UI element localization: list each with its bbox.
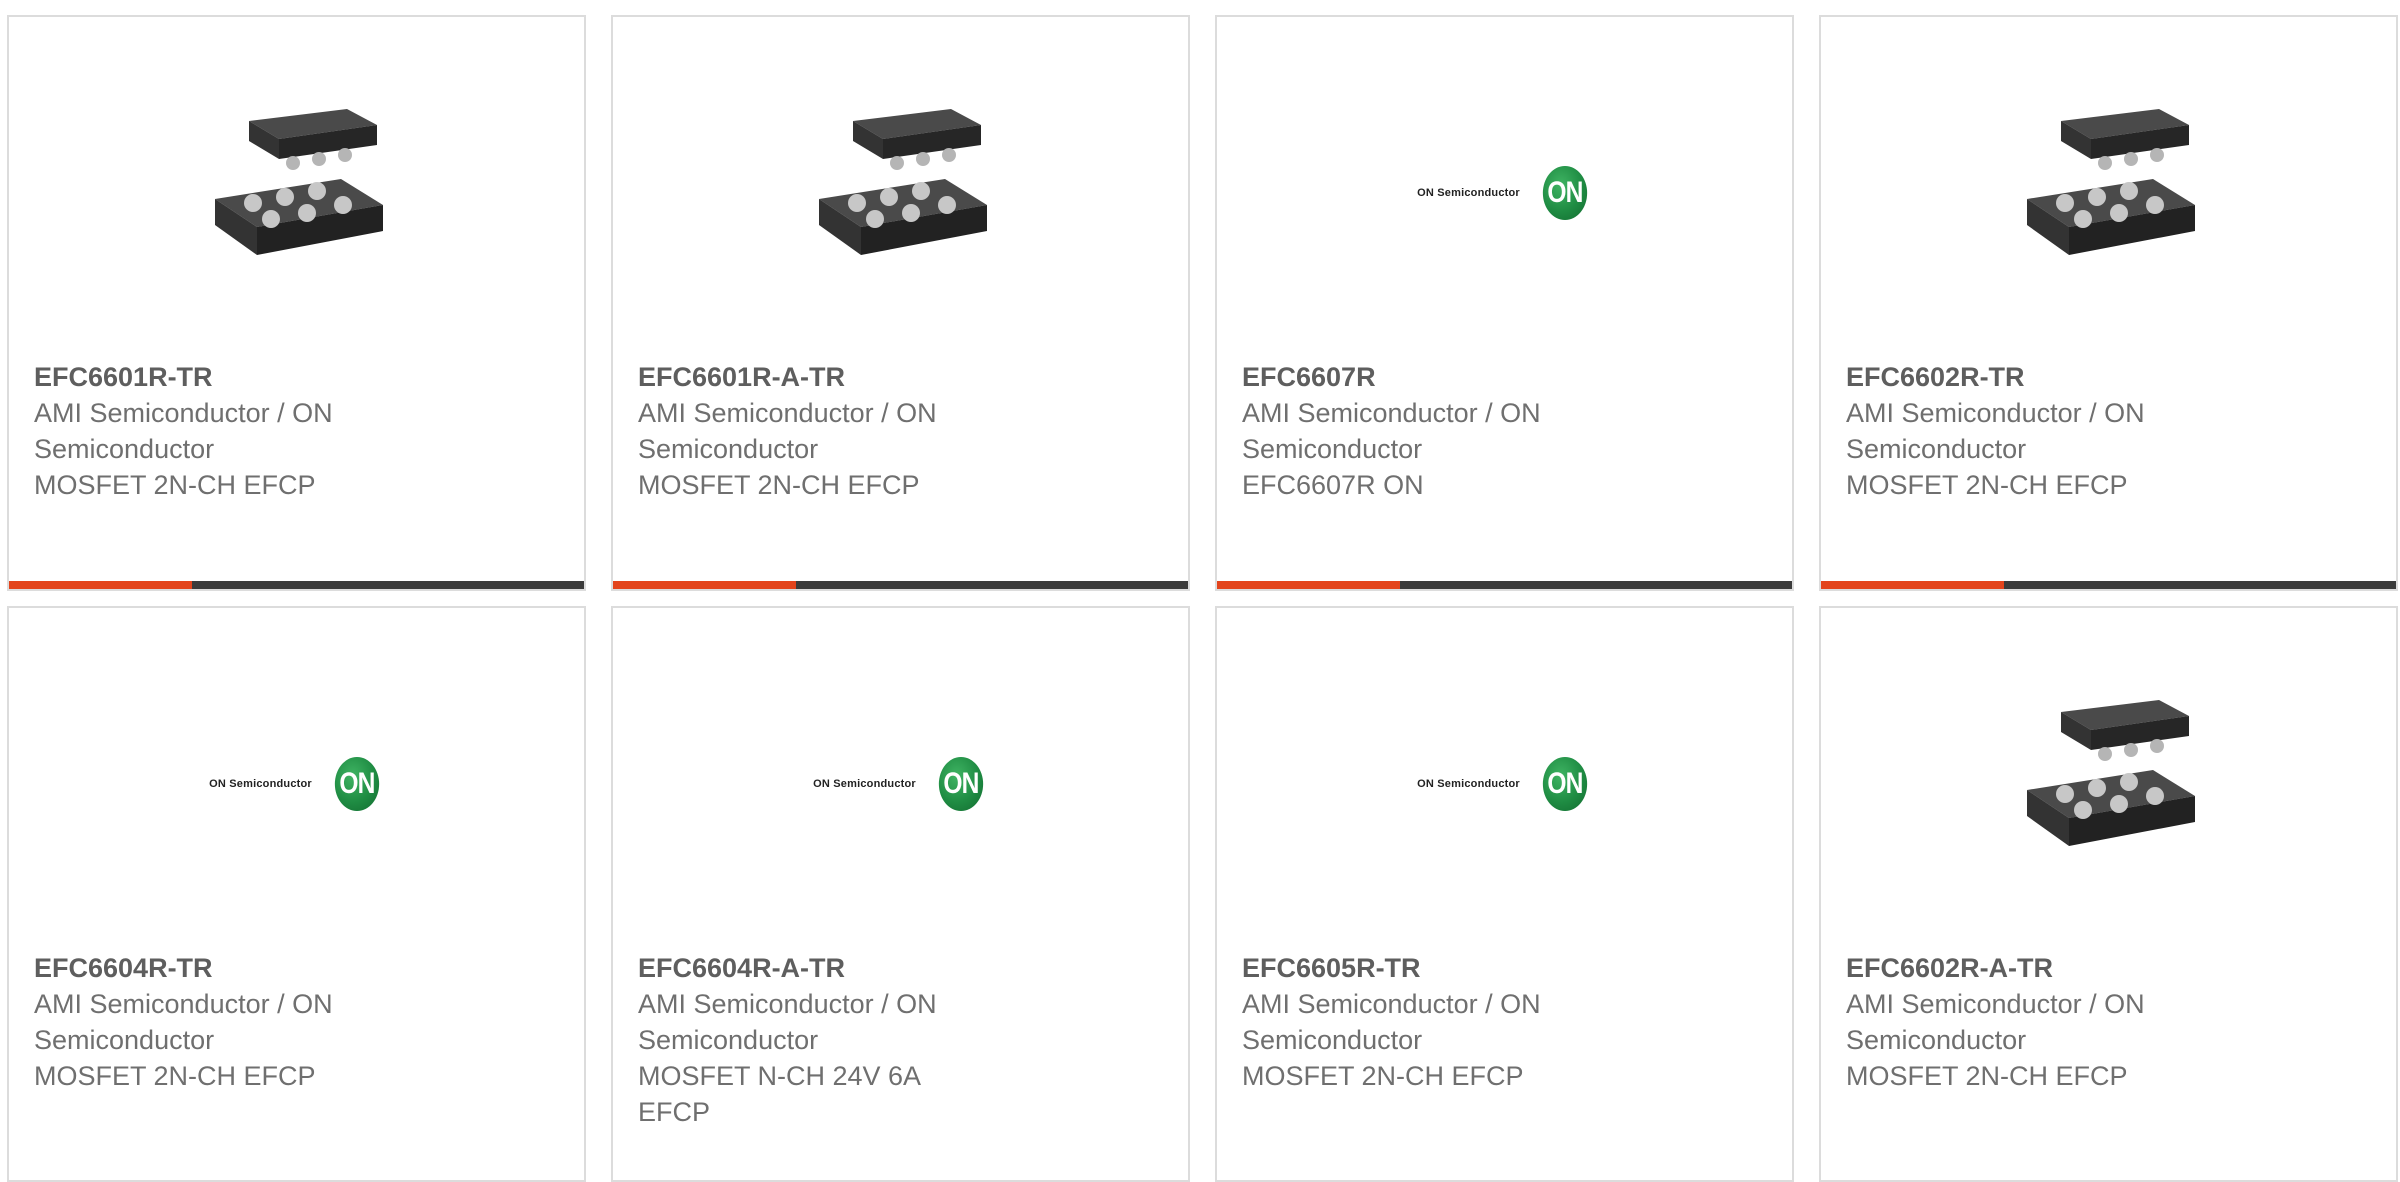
- manufacturer: AMI Semiconductor / ON Semiconductor: [638, 989, 937, 1055]
- logo-wordmark: ON Semiconductor: [1417, 187, 1520, 199]
- description: MOSFET 2N-CH EFCP: [1242, 1061, 1524, 1091]
- product-info: EFC6601R-TR AMI Semiconductor / ON Semic…: [34, 359, 564, 503]
- description: MOSFET 2N-CH EFCP: [34, 470, 316, 500]
- part-number[interactable]: EFC6601R-A-TR: [638, 359, 1168, 395]
- product-card[interactable]: EFC6602R-A-TR AMI Semiconductor / ON Sem…: [1819, 606, 2398, 1182]
- product-image[interactable]: [1821, 75, 2396, 311]
- product-info: EFC6604R-TR AMI Semiconductor / ON Semic…: [34, 950, 564, 1094]
- description: MOSFET 2N-CH EFCP: [1846, 470, 2128, 500]
- card-footer-bar: [1217, 581, 1792, 589]
- logo-wordmark: ON Semiconductor: [209, 778, 312, 790]
- product-info: EFC6602R-A-TR AMI Semiconductor / ON Sem…: [1846, 950, 2376, 1094]
- description: EFC6607R ON: [1242, 470, 1424, 500]
- card-footer-bar: [613, 581, 1188, 589]
- manufacturer: AMI Semiconductor / ON Semiconductor: [638, 398, 937, 464]
- on-semiconductor-logo: ON Semiconductor ON: [1417, 757, 1592, 811]
- accent-bar: [9, 581, 192, 589]
- product-card[interactable]: EFC6601R-A-TR AMI Semiconductor / ON Sem…: [611, 15, 1190, 591]
- product-card[interactable]: ON Semiconductor ON EFC6605R-TR AMI Semi…: [1215, 606, 1794, 1182]
- on-badge-icon: ON: [1542, 757, 1588, 811]
- product-card[interactable]: EFC6601R-TR AMI Semiconductor / ON Semic…: [7, 15, 586, 591]
- chip-package-icon: [800, 93, 1001, 293]
- card-footer-bar: [1821, 581, 2396, 589]
- manufacturer: AMI Semiconductor / ON Semiconductor: [1846, 989, 2145, 1055]
- product-card[interactable]: ON Semiconductor ON EFC6604R-A-TR AMI Se…: [611, 606, 1190, 1182]
- part-number[interactable]: EFC6607R: [1242, 359, 1772, 395]
- on-badge-icon: ON: [1542, 166, 1588, 220]
- product-image[interactable]: ON Semiconductor ON: [1217, 666, 1792, 902]
- product-info: EFC6601R-A-TR AMI Semiconductor / ON Sem…: [638, 359, 1168, 503]
- description: MOSFET 2N-CH EFCP: [1846, 1061, 2128, 1091]
- product-card[interactable]: ON Semiconductor ON EFC6604R-TR AMI Semi…: [7, 606, 586, 1182]
- product-info: EFC6602R-TR AMI Semiconductor / ON Semic…: [1846, 359, 2376, 503]
- product-info: EFC6605R-TR AMI Semiconductor / ON Semic…: [1242, 950, 1772, 1094]
- product-image[interactable]: ON Semiconductor ON: [613, 666, 1188, 902]
- description: MOSFET 2N-CH EFCP: [34, 1061, 316, 1091]
- chip-package-icon: [196, 93, 397, 293]
- product-image[interactable]: [1821, 666, 2396, 902]
- accent-bar: [1217, 581, 1400, 589]
- part-number[interactable]: EFC6602R-TR: [1846, 359, 2376, 395]
- product-card[interactable]: EFC6602R-TR AMI Semiconductor / ON Semic…: [1819, 15, 2398, 591]
- product-info: EFC6607R AMI Semiconductor / ON Semicond…: [1242, 359, 1772, 503]
- logo-wordmark: ON Semiconductor: [813, 778, 916, 790]
- manufacturer: AMI Semiconductor / ON Semiconductor: [1242, 398, 1541, 464]
- product-info: EFC6604R-A-TR AMI Semiconductor / ON Sem…: [638, 950, 1168, 1130]
- card-footer-bar: [9, 581, 584, 589]
- description: MOSFET 2N-CH EFCP: [638, 470, 920, 500]
- part-number[interactable]: EFC6604R-TR: [34, 950, 564, 986]
- product-image[interactable]: ON Semiconductor ON: [1217, 75, 1792, 311]
- on-badge-icon: ON: [334, 757, 380, 811]
- accent-bar: [1821, 581, 2004, 589]
- product-image[interactable]: [613, 75, 1188, 311]
- chip-package-icon: [2008, 93, 2209, 293]
- part-number[interactable]: EFC6602R-A-TR: [1846, 950, 2376, 986]
- on-semiconductor-logo: ON Semiconductor ON: [209, 757, 384, 811]
- part-number[interactable]: EFC6605R-TR: [1242, 950, 1772, 986]
- logo-wordmark: ON Semiconductor: [1417, 778, 1520, 790]
- product-image[interactable]: ON Semiconductor ON: [9, 666, 584, 902]
- product-grid: EFC6601R-TR AMI Semiconductor / ON Semic…: [7, 15, 2400, 1182]
- manufacturer: AMI Semiconductor / ON Semiconductor: [34, 989, 333, 1055]
- on-semiconductor-logo: ON Semiconductor ON: [813, 757, 988, 811]
- manufacturer: AMI Semiconductor / ON Semiconductor: [1242, 989, 1541, 1055]
- part-number[interactable]: EFC6601R-TR: [34, 359, 564, 395]
- manufacturer: AMI Semiconductor / ON Semiconductor: [34, 398, 333, 464]
- chip-package-icon: [2008, 684, 2209, 884]
- accent-bar: [613, 581, 796, 589]
- on-badge-icon: ON: [938, 757, 984, 811]
- manufacturer: AMI Semiconductor / ON Semiconductor: [1846, 398, 2145, 464]
- on-semiconductor-logo: ON Semiconductor ON: [1417, 166, 1592, 220]
- product-image[interactable]: [9, 75, 584, 311]
- description: MOSFET N-CH 24V 6A EFCP: [638, 1061, 920, 1127]
- product-card[interactable]: ON Semiconductor ON EFC6607R AMI Semicon…: [1215, 15, 1794, 591]
- part-number[interactable]: EFC6604R-A-TR: [638, 950, 1168, 986]
